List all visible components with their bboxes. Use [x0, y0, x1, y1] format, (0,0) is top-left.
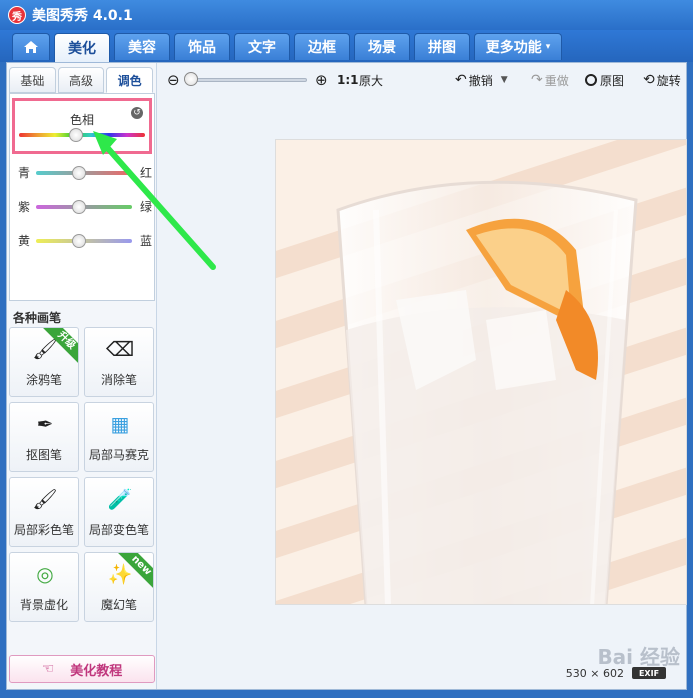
recolor-brush-button[interactable]: 🧪 局部变色笔 [84, 477, 154, 547]
yellow-blue-thumb[interactable] [72, 234, 87, 248]
subtab-color[interactable]: 调色 [106, 67, 154, 93]
subtab-advanced[interactable]: 高级 [57, 67, 105, 93]
pen-icon: ✒ [36, 412, 54, 436]
reset-icon[interactable]: ↺ [131, 107, 143, 119]
title-bar: 秀 美图秀秀 4.0.1 [0, 0, 693, 30]
rotate-label: 旋转 [656, 73, 681, 88]
color-adjust-panel: 色相 ↺ 青 红 紫 绿 黄 蓝 [9, 93, 155, 301]
left-panel: 基础 高级 调色 色相 ↺ 青 红 紫 绿 黄 蓝 各种画笔 🖌 涂鸦笔 升级 … [7, 63, 157, 689]
slider-right-label: 蓝 [139, 234, 152, 248]
tab-decoration[interactable]: 饰品 [174, 33, 230, 60]
circle-icon [585, 74, 597, 86]
tab-frame[interactable]: 边框 [294, 33, 350, 60]
tab-more-label: 更多功能 [485, 40, 542, 56]
tool-label: 背景虚化 [19, 598, 68, 612]
tool-label: 局部彩色笔 [13, 523, 74, 537]
hue-highlight-box: 色相 ↺ [12, 98, 152, 154]
tab-more-features[interactable]: 更多功能 ▾ [474, 33, 562, 60]
image-canvas[interactable] [275, 139, 687, 605]
zoom-in-icon[interactable]: ⊕ [315, 71, 328, 89]
slider-right-label: 红 [139, 166, 152, 180]
tool-label: 局部马赛克 [88, 448, 149, 462]
zoom-out-icon[interactable]: ⊖ [167, 71, 180, 89]
house-icon [24, 41, 38, 53]
main-nav: 美化 美容 饰品 文字 边框 场景 拼图 更多功能 ▾ [0, 30, 693, 62]
mosaic-icon: ▦ [110, 412, 130, 436]
image-toolbar: ⊖ ⊕ 1:1 原大 ↶ 撤销 ▼ ↷ 重做 原图 ⟲ 旋转 [159, 63, 686, 97]
hue-label: 色相 [69, 113, 94, 127]
tutorial-label: 美化教程 [70, 663, 123, 679]
chevron-down-icon: ▾ [545, 42, 551, 52]
tutorial-button[interactable]: ☜ 美化教程 [9, 655, 155, 683]
tab-collage[interactable]: 拼图 [414, 33, 470, 60]
undo-label: 撤销 [468, 73, 493, 88]
doodle-brush-button[interactable]: 🖌 涂鸦笔 升级 [9, 327, 79, 397]
home-tab[interactable] [12, 33, 50, 60]
watermark: Bai 经验 [597, 645, 680, 669]
app-title: 美图秀秀 4.0.1 [32, 8, 133, 24]
brushes-section-title: 各种画笔 [13, 311, 62, 325]
workspace: 基础 高级 调色 色相 ↺ 青 红 紫 绿 黄 蓝 各种画笔 🖌 涂鸦笔 升级 … [6, 62, 687, 690]
blur-icon: ◎ [36, 562, 54, 586]
redo-label: 重做 [544, 73, 569, 88]
purple-green-thumb[interactable] [72, 200, 87, 214]
redo-button[interactable]: ↷ 重做 [531, 71, 569, 89]
tab-face[interactable]: 美容 [114, 33, 170, 60]
cyan-red-slider: 青 红 [14, 164, 152, 180]
tool-label: 局部变色笔 [88, 523, 149, 537]
subtab-basic[interactable]: 基础 [9, 67, 56, 93]
eraser-icon: ⌫ [105, 337, 135, 361]
slider-left-label: 紫 [18, 200, 31, 214]
actual-size-button[interactable]: 1:1 [337, 71, 359, 89]
tab-scene[interactable]: 场景 [354, 33, 410, 60]
chevron-down-icon: ▼ [500, 75, 508, 85]
purple-green-slider: 紫 绿 [14, 198, 152, 214]
tab-text[interactable]: 文字 [234, 33, 290, 60]
tool-label: 抠图笔 [25, 448, 62, 462]
redo-icon: ↷ [531, 72, 543, 88]
slider-right-label: 绿 [139, 200, 152, 214]
drink-photo [336, 180, 638, 604]
rotate-button[interactable]: ⟲ 旋转 [643, 71, 681, 89]
cutout-brush-button[interactable]: ✒ 抠图笔 [9, 402, 79, 472]
mosaic-brush-button[interactable]: ▦ 局部马赛克 [84, 402, 154, 472]
rotate-icon: ⟲ [643, 72, 655, 88]
zoom-slider-track[interactable] [187, 78, 307, 82]
background-blur-button[interactable]: ◎ 背景虚化 [9, 552, 79, 622]
undo-button[interactable]: ↶ 撤销 ▼ [455, 71, 508, 89]
zoom-slider-thumb[interactable] [184, 72, 198, 86]
cyan-red-thumb[interactable] [72, 166, 87, 180]
eraser-brush-button[interactable]: ⌫ 消除笔 [84, 327, 154, 397]
app-logo-icon: 秀 [8, 6, 26, 24]
tool-label: 涂鸦笔 [25, 373, 62, 387]
original-size-label[interactable]: 原大 [359, 71, 383, 89]
tab-beautify[interactable]: 美化 [54, 33, 110, 62]
hand-icon: ☜ [41, 661, 55, 677]
original-label: 原图 [600, 73, 625, 88]
slider-left-label: 青 [18, 166, 31, 180]
bucket-icon: 🧪 [107, 487, 133, 511]
hue-slider-thumb[interactable] [68, 128, 83, 142]
yellow-blue-slider: 黄 蓝 [14, 232, 152, 248]
paintbrush-icon: 🖌 [32, 487, 58, 511]
adjust-subtabs: 基础 高级 调色 [9, 67, 155, 95]
undo-icon: ↶ [455, 72, 467, 88]
slider-left-label: 黄 [18, 234, 31, 248]
original-image-button[interactable]: 原图 [585, 71, 624, 89]
tool-label: 消除笔 [100, 373, 137, 387]
magic-brush-button[interactable]: ✨ 魔幻笔 new [84, 552, 154, 622]
tool-label: 魔幻笔 [100, 598, 137, 612]
color-brush-button[interactable]: 🖌 局部彩色笔 [9, 477, 79, 547]
